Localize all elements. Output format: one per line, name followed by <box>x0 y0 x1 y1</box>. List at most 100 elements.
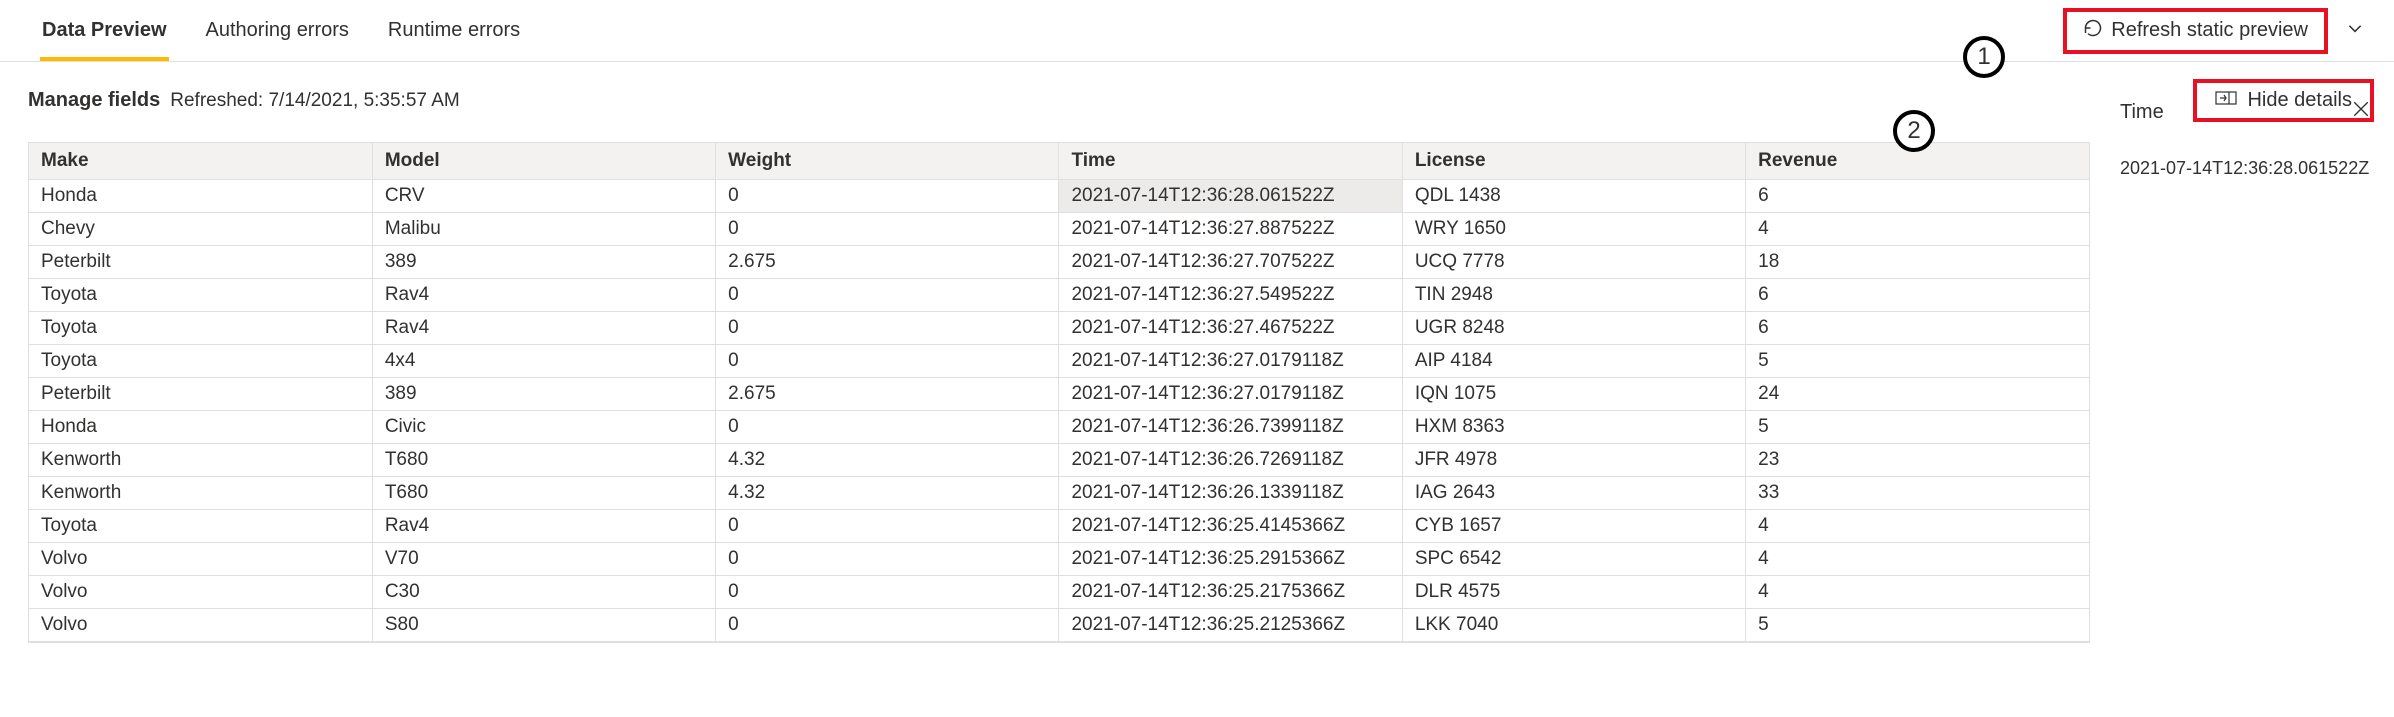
expand-dropdown-button[interactable] <box>2336 13 2374 49</box>
cell-revenue[interactable]: 6 <box>1746 180 2089 213</box>
cell-model[interactable]: Rav4 <box>372 312 715 345</box>
col-header-model[interactable]: Model <box>372 143 715 180</box>
table-row[interactable]: KenworthT6804.322021-07-14T12:36:26.7269… <box>29 444 2089 477</box>
cell-make[interactable]: Volvo <box>29 576 372 609</box>
cell-revenue[interactable]: 6 <box>1746 312 2089 345</box>
cell-revenue[interactable]: 6 <box>1746 279 2089 312</box>
cell-weight[interactable]: 0 <box>716 411 1059 444</box>
cell-model[interactable]: 389 <box>372 246 715 279</box>
cell-time[interactable]: 2021-07-14T12:36:27.467522Z <box>1059 312 1402 345</box>
cell-make[interactable]: Volvo <box>29 609 372 642</box>
tab-authoring-errors[interactable]: Authoring errors <box>204 0 351 61</box>
cell-license[interactable]: QDL 1438 <box>1402 180 1745 213</box>
cell-model[interactable]: Rav4 <box>372 279 715 312</box>
cell-license[interactable]: CYB 1657 <box>1402 510 1745 543</box>
cell-make[interactable]: Honda <box>29 411 372 444</box>
cell-revenue[interactable]: 4 <box>1746 543 2089 576</box>
cell-time[interactable]: 2021-07-14T12:36:28.061522Z <box>1059 180 1402 213</box>
cell-weight[interactable]: 0 <box>716 345 1059 378</box>
table-row[interactable]: HondaCivic02021-07-14T12:36:26.7399118ZH… <box>29 411 2089 444</box>
cell-model[interactable]: V70 <box>372 543 715 576</box>
close-detail-button[interactable] <box>2348 96 2374 128</box>
cell-revenue[interactable]: 4 <box>1746 213 2089 246</box>
cell-license[interactable]: TIN 2948 <box>1402 279 1745 312</box>
col-header-make[interactable]: Make <box>29 143 372 180</box>
cell-license[interactable]: SPC 6542 <box>1402 543 1745 576</box>
table-row[interactable]: ToyotaRav402021-07-14T12:36:25.4145366ZC… <box>29 510 2089 543</box>
table-row[interactable]: Toyota4x402021-07-14T12:36:27.0179118ZAI… <box>29 345 2089 378</box>
cell-weight[interactable]: 4.32 <box>716 477 1059 510</box>
tab-data-preview[interactable]: Data Preview <box>40 0 169 61</box>
table-row[interactable]: ToyotaRav402021-07-14T12:36:27.549522ZTI… <box>29 279 2089 312</box>
cell-weight[interactable]: 0 <box>716 510 1059 543</box>
cell-make[interactable]: Peterbilt <box>29 246 372 279</box>
cell-weight[interactable]: 0 <box>716 180 1059 213</box>
cell-model[interactable]: Civic <box>372 411 715 444</box>
cell-model[interactable]: C30 <box>372 576 715 609</box>
cell-weight[interactable]: 4.32 <box>716 444 1059 477</box>
cell-time[interactable]: 2021-07-14T12:36:25.4145366Z <box>1059 510 1402 543</box>
cell-weight[interactable]: 0 <box>716 576 1059 609</box>
cell-license[interactable]: LKK 7040 <box>1402 609 1745 642</box>
cell-revenue[interactable]: 5 <box>1746 609 2089 642</box>
cell-revenue[interactable]: 18 <box>1746 246 2089 279</box>
cell-make[interactable]: Toyota <box>29 312 372 345</box>
cell-model[interactable]: 4x4 <box>372 345 715 378</box>
cell-make[interactable]: Volvo <box>29 543 372 576</box>
refresh-static-preview-button[interactable]: Refresh static preview <box>2063 8 2328 54</box>
table-row[interactable]: KenworthT6804.322021-07-14T12:36:26.1339… <box>29 477 2089 510</box>
cell-model[interactable]: 389 <box>372 378 715 411</box>
cell-weight[interactable]: 2.675 <box>716 378 1059 411</box>
cell-time[interactable]: 2021-07-14T12:36:26.1339118Z <box>1059 477 1402 510</box>
cell-license[interactable]: AIP 4184 <box>1402 345 1745 378</box>
cell-time[interactable]: 2021-07-14T12:36:27.0179118Z <box>1059 378 1402 411</box>
cell-weight[interactable]: 0 <box>716 213 1059 246</box>
cell-model[interactable]: Malibu <box>372 213 715 246</box>
cell-time[interactable]: 2021-07-14T12:36:27.0179118Z <box>1059 345 1402 378</box>
cell-weight[interactable]: 0 <box>716 543 1059 576</box>
cell-make[interactable]: Honda <box>29 180 372 213</box>
cell-revenue[interactable]: 4 <box>1746 576 2089 609</box>
table-row[interactable]: VolvoC3002021-07-14T12:36:25.2175366ZDLR… <box>29 576 2089 609</box>
cell-model[interactable]: Rav4 <box>372 510 715 543</box>
cell-revenue[interactable]: 5 <box>1746 411 2089 444</box>
cell-revenue[interactable]: 23 <box>1746 444 2089 477</box>
table-row[interactable]: HondaCRV02021-07-14T12:36:28.061522ZQDL … <box>29 180 2089 213</box>
cell-make[interactable]: Peterbilt <box>29 378 372 411</box>
table-row[interactable]: Peterbilt3892.6752021-07-14T12:36:27.017… <box>29 378 2089 411</box>
cell-model[interactable]: CRV <box>372 180 715 213</box>
cell-license[interactable]: UGR 8248 <box>1402 312 1745 345</box>
table-row[interactable]: VolvoS8002021-07-14T12:36:25.2125366ZLKK… <box>29 609 2089 642</box>
cell-time[interactable]: 2021-07-14T12:36:27.887522Z <box>1059 213 1402 246</box>
cell-license[interactable]: HXM 8363 <box>1402 411 1745 444</box>
tab-runtime-errors[interactable]: Runtime errors <box>386 0 522 61</box>
cell-time[interactable]: 2021-07-14T12:36:25.2175366Z <box>1059 576 1402 609</box>
cell-license[interactable]: IQN 1075 <box>1402 378 1745 411</box>
cell-model[interactable]: T680 <box>372 477 715 510</box>
cell-time[interactable]: 2021-07-14T12:36:26.7269118Z <box>1059 444 1402 477</box>
cell-revenue[interactable]: 33 <box>1746 477 2089 510</box>
cell-license[interactable]: IAG 2643 <box>1402 477 1745 510</box>
cell-revenue[interactable]: 5 <box>1746 345 2089 378</box>
cell-time[interactable]: 2021-07-14T12:36:25.2125366Z <box>1059 609 1402 642</box>
cell-weight[interactable]: 0 <box>716 312 1059 345</box>
cell-license[interactable]: WRY 1650 <box>1402 213 1745 246</box>
cell-weight[interactable]: 2.675 <box>716 246 1059 279</box>
cell-make[interactable]: Toyota <box>29 345 372 378</box>
cell-weight[interactable]: 0 <box>716 279 1059 312</box>
cell-revenue[interactable]: 4 <box>1746 510 2089 543</box>
col-header-license[interactable]: License <box>1402 143 1745 180</box>
cell-time[interactable]: 2021-07-14T12:36:27.707522Z <box>1059 246 1402 279</box>
cell-make[interactable]: Kenworth <box>29 477 372 510</box>
cell-make[interactable]: Chevy <box>29 213 372 246</box>
cell-make[interactable]: Kenworth <box>29 444 372 477</box>
table-row[interactable]: ToyotaRav402021-07-14T12:36:27.467522ZUG… <box>29 312 2089 345</box>
table-row[interactable]: VolvoV7002021-07-14T12:36:25.2915366ZSPC… <box>29 543 2089 576</box>
table-row[interactable]: Peterbilt3892.6752021-07-14T12:36:27.707… <box>29 246 2089 279</box>
cell-time[interactable]: 2021-07-14T12:36:25.2915366Z <box>1059 543 1402 576</box>
cell-license[interactable]: DLR 4575 <box>1402 576 1745 609</box>
col-header-weight[interactable]: Weight <box>716 143 1059 180</box>
cell-model[interactable]: T680 <box>372 444 715 477</box>
cell-weight[interactable]: 0 <box>716 609 1059 642</box>
cell-make[interactable]: Toyota <box>29 279 372 312</box>
